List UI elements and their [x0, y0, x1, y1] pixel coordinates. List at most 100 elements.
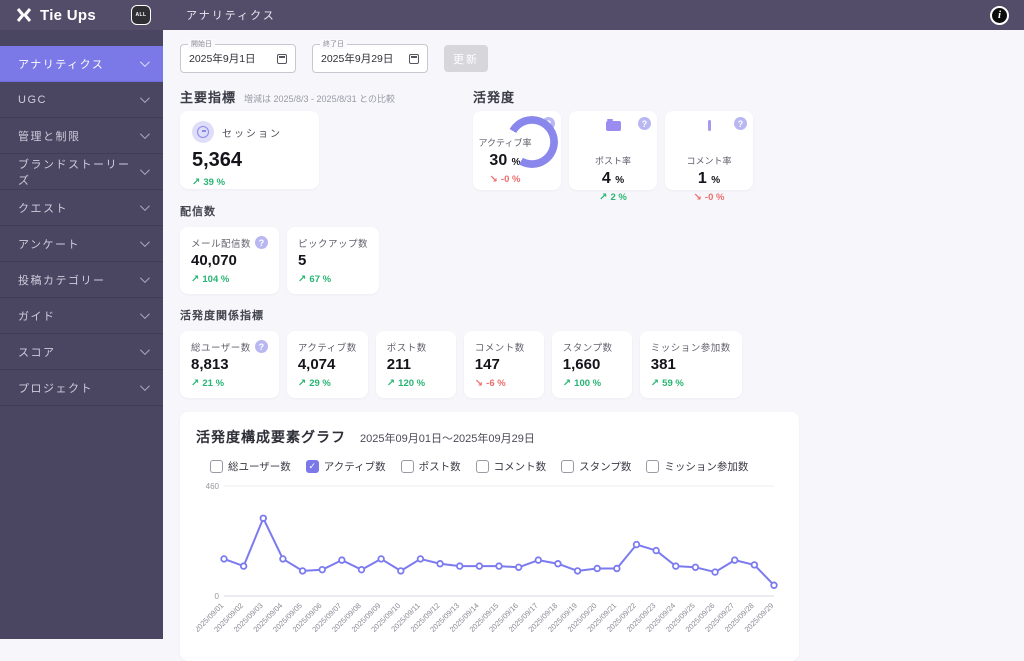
activity-metric-cards: 総ユーザー数 ? 8,813 21 % アクティブ数 4,074 [180, 331, 1024, 398]
legend-checkbox-item[interactable]: ミッション参加数 [646, 459, 748, 474]
kpi-value: 147 [475, 356, 533, 373]
kpi-label: ポスト率 [569, 154, 657, 167]
trend-arrow-icon [651, 378, 659, 389]
brand-name: Tie Ups [40, 7, 96, 24]
sidebar-item-label: アナリティクス [18, 56, 104, 72]
sidebar-item-label: スコア [18, 344, 56, 360]
kpi-card: 総ユーザー数 ? 8,813 21 % [180, 331, 279, 398]
kpi-label: メール配信数 [191, 236, 251, 250]
checkbox-icon [561, 460, 574, 473]
legend-checkbox-item[interactable]: アクティブ数 [306, 459, 386, 474]
start-date-input[interactable]: 開始日 2025年9月1日 [180, 44, 296, 73]
trend-arrow-icon [387, 378, 395, 389]
activity-title: 活発度 [473, 87, 515, 106]
kpi-card: スタンプ数 1,660 100 % [552, 331, 632, 398]
trend-arrow-icon [298, 274, 306, 285]
start-date-label: 開始日 [188, 39, 215, 49]
start-date-value: 2025年9月1日 [189, 51, 256, 66]
activity-section: 活発度 ? アクティブ率 30 % [473, 87, 1024, 190]
help-icon[interactable]: ? [255, 340, 268, 353]
kpi-value: 381 [651, 356, 731, 373]
legend-label: アクティブ数 [324, 459, 386, 474]
delivery-cards: メール配信数 ? 40,070 104 % ピックアップ数 5 [180, 227, 1024, 294]
sidebar-item[interactable]: アンケート [0, 226, 163, 262]
activity-line-chart: 04602025/09/012025/09/022025/09/032025/0… [196, 478, 781, 646]
kpi-label: セッション [222, 125, 282, 140]
kpi-label: 総ユーザー数 [191, 340, 251, 354]
chevron-down-icon [140, 381, 150, 391]
sidebar-item-label: UGC [18, 94, 47, 106]
chevron-down-icon [140, 57, 150, 67]
kpi-value: 4,074 [298, 356, 357, 373]
chevron-down-icon [140, 201, 150, 211]
main-indicators-title: 主要指標 [180, 87, 236, 106]
kpi-change: 2 % [569, 192, 657, 203]
sidebar-item-label: 管理と制限 [18, 128, 81, 144]
info-icon[interactable]: i [990, 6, 1009, 25]
end-date-label: 終了日 [320, 39, 347, 49]
sidebar-item[interactable]: 管理と制限 [0, 118, 163, 154]
kpi-label: ミッション参加数 [651, 340, 731, 354]
activity-graph-panel: 活発度構成要素グラフ 2025年09月01日〜2025年09月29日 総ユーザー… [180, 412, 799, 661]
kpi-card: ポスト数 211 120 % [376, 331, 456, 398]
help-icon[interactable]: ? [638, 117, 651, 130]
kpi-value: 1,660 [563, 356, 621, 373]
legend-label: コメント数 [494, 459, 547, 474]
sidebar-item-label: アンケート [18, 236, 80, 252]
legend-checkbox-item[interactable]: 総ユーザー数 [210, 459, 291, 474]
kpi-card: コメント数 147 -6 % [464, 331, 544, 398]
sidebar-item[interactable]: 投稿カテゴリー [0, 262, 163, 298]
sidebar-item[interactable]: プロジェクト [0, 370, 163, 406]
delivery-title: 配信数 [180, 203, 216, 219]
chevron-down-icon [140, 273, 150, 283]
activity-rate-card: ? コメント率 1 % -0 % [665, 111, 753, 190]
trend-arrow-icon [694, 192, 702, 203]
kpi-change: 29 % [298, 378, 357, 389]
main-content: 開始日 2025年9月1日 終了日 2025年9月29日 更新 主要指標 増減は… [163, 30, 1024, 639]
main-indicator-cards: セッション 5,364 39 % [180, 111, 473, 189]
metric-icon [708, 120, 711, 131]
sidebar-item[interactable]: UGC [0, 82, 163, 118]
metric-icon [606, 121, 621, 131]
sidebar-item[interactable]: ブランドストーリーズ [0, 154, 163, 190]
trend-arrow-icon [191, 274, 199, 285]
kpi-label: ピックアップ数 [298, 236, 368, 250]
brand-area: Tie Ups ALL [0, 5, 163, 25]
chart-legend: 総ユーザー数 アクティブ数 ポスト数 コメント数 [210, 459, 783, 474]
tieups-logo-icon [16, 7, 32, 23]
sidebar-item[interactable]: スコア [0, 334, 163, 370]
kpi-card: アクティブ数 4,074 29 % [287, 331, 368, 398]
kpi-label: ポスト数 [387, 340, 427, 354]
checkbox-icon [210, 460, 223, 473]
avatar[interactable]: ALL [131, 5, 151, 25]
checkbox-icon [476, 460, 489, 473]
trend-arrow-icon [563, 378, 571, 389]
legend-checkbox-item[interactable]: コメント数 [476, 459, 547, 474]
update-button[interactable]: 更新 [444, 45, 488, 72]
help-icon[interactable]: ? [255, 236, 268, 249]
end-date-input[interactable]: 終了日 2025年9月29日 [312, 44, 428, 73]
chart-date-range: 2025年09月01日〜2025年09月29日 [360, 430, 535, 446]
kpi-change: 104 % [191, 274, 268, 285]
legend-label: ミッション参加数 [664, 459, 748, 474]
chevron-down-icon [140, 237, 150, 247]
legend-label: 総ユーザー数 [228, 459, 291, 474]
help-icon[interactable]: ? [734, 117, 747, 130]
kpi-value: 5 [298, 252, 368, 269]
kpi-change: 21 % [191, 378, 268, 389]
calendar-icon [277, 54, 287, 64]
kpi-change: -0 % [473, 174, 537, 185]
sidebar-item[interactable]: アナリティクス [0, 46, 163, 82]
kpi-change: 67 % [298, 274, 368, 285]
activity-metrics-section: 活発度関係指標 総ユーザー数 ? 8,813 21 % [180, 307, 1024, 398]
sidebar-item[interactable]: クエスト [0, 190, 163, 226]
legend-checkbox-item[interactable]: スタンプ数 [561, 459, 631, 474]
sidebar-item[interactable]: ガイド [0, 298, 163, 334]
main-indicators-section: 主要指標 増減は 2025/8/3 - 2025/8/31 との比較 セッション… [180, 87, 473, 190]
trend-arrow-icon [191, 378, 199, 389]
chevron-down-icon [140, 93, 150, 103]
legend-checkbox-item[interactable]: ポスト数 [401, 459, 461, 474]
legend-label: スタンプ数 [579, 459, 631, 474]
kpi-label: コメント数 [475, 340, 525, 354]
activity-rate-card: ? ポスト率 4 % 2 % [569, 111, 657, 190]
